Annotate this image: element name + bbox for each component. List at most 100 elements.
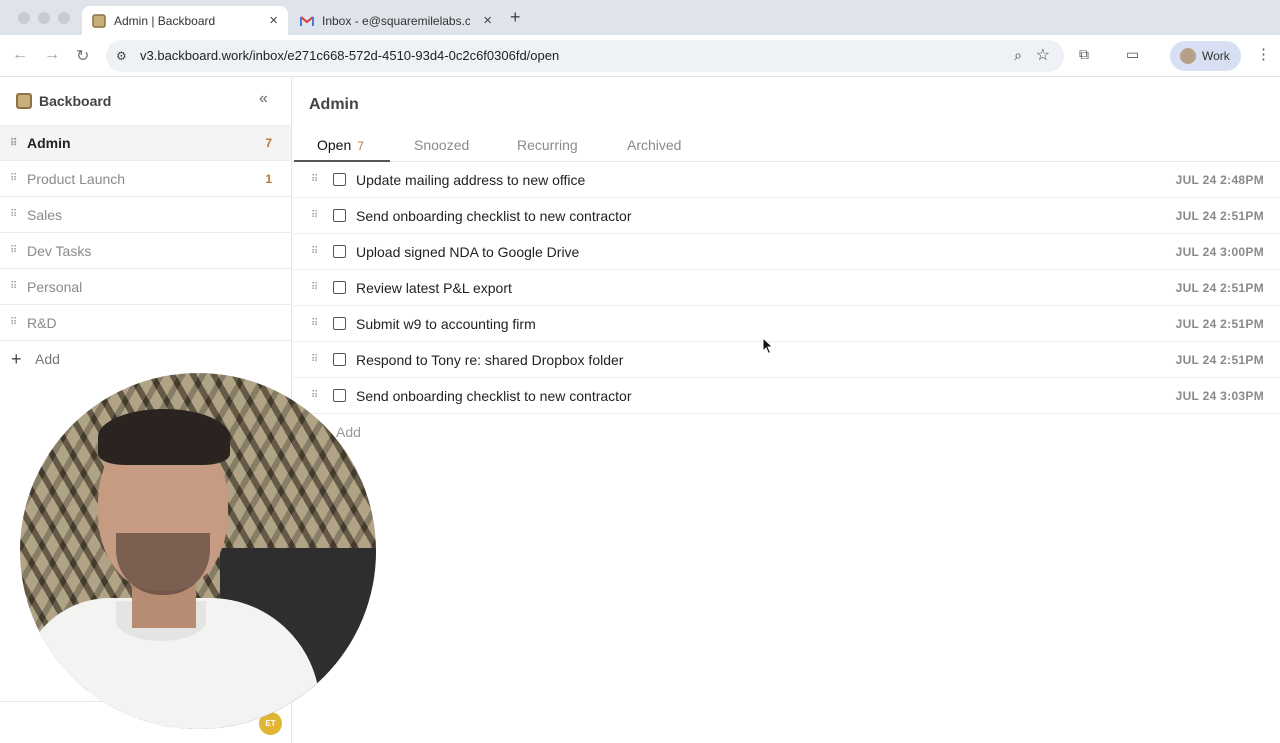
task-row[interactable]: ⠿ Update mailing address to new office J… <box>293 162 1280 198</box>
drag-handle-icon[interactable]: ⠿ <box>0 281 27 292</box>
browser-tab-strip: Admin | Backboard × Inbox - e@squaremile… <box>0 0 1280 35</box>
tab-snoozed[interactable]: Snoozed <box>414 137 469 153</box>
profile-avatar <box>1180 48 1196 64</box>
arrow-left-icon[interactable]: ← <box>12 46 28 64</box>
webcam-overlay[interactable] <box>20 373 376 729</box>
sidebar-item-label: Sales <box>27 206 63 223</box>
sidebar-item-label: Product Launch <box>27 170 126 187</box>
sidebar-item-sales[interactable]: ⠿ Sales <box>0 197 291 233</box>
task-row[interactable]: ⠿ Send onboarding checklist to new contr… <box>293 378 1280 414</box>
main-panel: Admin Open 7 Snoozed Recurring Archived ⠿… <box>293 77 1280 743</box>
task-title[interactable]: Review latest P&L export <box>356 280 512 296</box>
task-row[interactable]: ⠿ Upload signed NDA to Google Drive JUL … <box>293 234 1280 270</box>
browser-toolbar: ← → ↻ ⚙ v3.backboard.work/inbox/e271c668… <box>0 35 1280 77</box>
task-title[interactable]: Update mailing address to new office <box>356 172 585 188</box>
window-close-dot[interactable] <box>18 12 30 24</box>
task-title[interactable]: Submit w9 to accounting firm <box>356 316 536 332</box>
task-row[interactable]: ⠿ Respond to Tony re: shared Dropbox fol… <box>293 342 1280 378</box>
drag-handle-icon[interactable]: ⠿ <box>293 318 333 329</box>
tab-open[interactable]: Open 7 <box>317 137 364 153</box>
backboard-favicon-icon <box>92 13 106 28</box>
task-checkbox[interactable] <box>333 173 346 186</box>
sidebar-item-rnd[interactable]: ⠿ R&D <box>0 305 291 341</box>
drag-handle-icon[interactable]: ⠿ <box>0 173 27 184</box>
task-timestamp: JUL 24 3:00PM <box>1175 244 1264 259</box>
sidebar-item-label: Personal <box>27 278 83 295</box>
drag-handle-icon[interactable]: ⠿ <box>0 317 27 328</box>
browser-tab-title: Inbox - e@squaremilelabs.co <box>322 13 470 28</box>
tab-search-icon[interactable]: ▭ <box>1126 46 1139 63</box>
task-checkbox[interactable] <box>333 389 346 402</box>
plus-icon: + <box>11 348 22 369</box>
tab-recurring[interactable]: Recurring <box>517 137 578 153</box>
star-icon[interactable]: ☆ <box>1036 45 1050 65</box>
sidebar-item-count: 7 <box>265 136 272 150</box>
drag-handle-icon[interactable]: ⠿ <box>293 354 333 365</box>
sidebar-item-dev-tasks[interactable]: ⠿ Dev Tasks <box>0 233 291 269</box>
profile-button[interactable]: Work <box>1170 41 1241 71</box>
backboard-logo-icon <box>16 93 32 109</box>
drag-handle-icon[interactable]: ⠿ <box>0 138 27 149</box>
task-timestamp: JUL 24 3:03PM <box>1175 388 1264 403</box>
tab-count: 7 <box>357 139 364 153</box>
drag-handle-icon[interactable]: ⠿ <box>293 390 333 401</box>
task-title[interactable]: Send onboarding checklist to new contrac… <box>356 208 632 224</box>
zoom-icon[interactable]: ⌕ <box>1014 47 1022 64</box>
address-bar[interactable]: ⚙ v3.backboard.work/inbox/e271c668-572d-… <box>106 40 1064 72</box>
sidebar-item-admin[interactable]: ⠿ Admin 7 <box>0 125 291 161</box>
task-title[interactable]: Respond to Tony re: shared Dropbox folde… <box>356 352 623 368</box>
reload-icon[interactable]: ↻ <box>76 46 89 66</box>
mouse-cursor-icon <box>762 337 774 355</box>
sidebar-item-label: Admin <box>27 135 71 151</box>
drag-handle-icon[interactable]: ⠿ <box>293 210 333 221</box>
browser-tab-backboard[interactable]: Admin | Backboard × <box>82 6 288 35</box>
site-info-icon[interactable]: ⚙ <box>116 49 127 63</box>
close-icon[interactable]: × <box>483 12 492 29</box>
window-minimize-dot[interactable] <box>38 12 50 24</box>
drag-handle-icon[interactable]: ⠿ <box>0 209 27 220</box>
task-checkbox[interactable] <box>333 353 346 366</box>
brand-name: Backboard <box>39 93 112 109</box>
window-maximize-dot[interactable] <box>58 12 70 24</box>
close-icon[interactable]: × <box>269 12 278 29</box>
task-checkbox[interactable] <box>333 281 346 294</box>
drag-handle-icon[interactable]: ⠿ <box>293 246 333 257</box>
sidebar-nav: ⠿ Admin 7 ⠿ Product Launch 1 ⠿ Sales ⠿ D… <box>0 125 291 377</box>
url-text[interactable]: v3.backboard.work/inbox/e271c668-572d-45… <box>140 48 559 63</box>
sidebar-add-label: Add <box>35 351 60 367</box>
sidebar-item-count: 1 <box>265 171 272 186</box>
task-checkbox[interactable] <box>333 245 346 258</box>
arrow-right-icon[interactable]: → <box>44 46 60 64</box>
puzzle-icon[interactable]: ⧉ <box>1079 46 1089 63</box>
task-row[interactable]: ⠿ Send onboarding checklist to new contr… <box>293 198 1280 234</box>
sidebar-item-personal[interactable]: ⠿ Personal <box>0 269 291 305</box>
task-timestamp: JUL 24 2:51PM <box>1175 316 1264 331</box>
page-title: Admin <box>309 96 359 113</box>
sidebar-item-product-launch[interactable]: ⠿ Product Launch 1 <box>0 161 291 197</box>
task-checkbox[interactable] <box>333 209 346 222</box>
task-timestamp: JUL 24 2:51PM <box>1175 280 1264 295</box>
drag-handle-icon[interactable]: ⠿ <box>293 174 333 185</box>
task-timestamp: JUL 24 2:51PM <box>1175 352 1264 367</box>
task-checkbox[interactable] <box>333 317 346 330</box>
brand[interactable]: Backboard <box>16 93 111 109</box>
new-tab-icon[interactable]: + <box>510 7 521 28</box>
task-title[interactable]: Send onboarding checklist to new contrac… <box>356 388 632 404</box>
tab-archived[interactable]: Archived <box>627 137 681 153</box>
task-list: ⠿ Update mailing address to new office J… <box>293 162 1280 414</box>
double-chevron-left-icon[interactable]: « <box>259 90 268 108</box>
task-row[interactable]: ⠿ Review latest P&L export JUL 24 2:51PM <box>293 270 1280 306</box>
drag-handle-icon[interactable]: ⠿ <box>0 245 27 256</box>
task-title[interactable]: Upload signed NDA to Google Drive <box>356 244 579 260</box>
browser-tab-inbox[interactable]: Inbox - e@squaremilelabs.co × <box>290 6 502 35</box>
task-timestamp: JUL 24 2:51PM <box>1175 208 1264 223</box>
gmail-favicon-icon <box>300 15 314 26</box>
profile-label: Work <box>1202 49 1230 63</box>
task-row[interactable]: ⠿ Submit w9 to accounting firm JUL 24 2:… <box>293 306 1280 342</box>
task-timestamp: JUL 24 2:48PM <box>1175 172 1264 187</box>
add-task-button[interactable]: Add <box>336 424 361 440</box>
more-menu-icon[interactable]: ⋮ <box>1256 45 1271 63</box>
sidebar-add-button[interactable]: + Add <box>0 341 291 377</box>
drag-handle-icon[interactable]: ⠿ <box>293 282 333 293</box>
sidebar-item-label: R&D <box>27 314 57 331</box>
